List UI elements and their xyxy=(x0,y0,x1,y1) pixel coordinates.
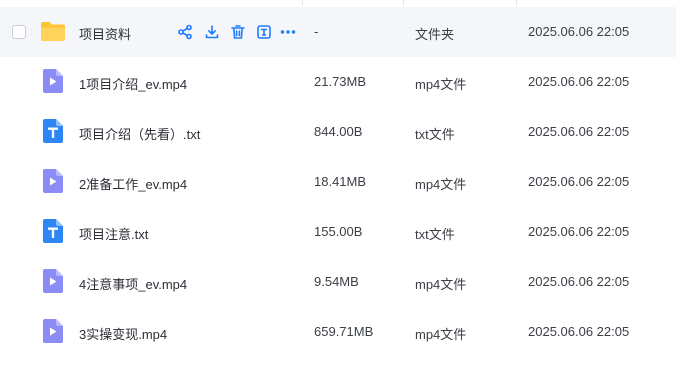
file-type: mp4文件 xyxy=(415,177,467,192)
file-name[interactable]: 1项目介绍_ev.mp4 xyxy=(79,74,187,93)
video-file-icon xyxy=(42,269,64,293)
folder-row[interactable]: 项目资料 - 文件夹 2025.06.06 22:05 xyxy=(0,7,676,57)
file-row[interactable]: 项目介绍（先看）.txt 844.00B txt文件 2025.06.06 22:05 xyxy=(0,107,676,157)
file-list: 项目资料 - 文件夹 2025.06.06 22:05 1项目介绍_ev.mp4 21.7… xyxy=(0,0,676,387)
video-file-icon xyxy=(42,69,64,93)
file-date: 2025.06.06 22:05 xyxy=(528,274,630,289)
video-file-icon xyxy=(42,169,64,193)
file-name[interactable]: 3实操变现.mp4 xyxy=(79,324,167,343)
file-name[interactable]: 项目注意.txt xyxy=(79,224,148,243)
file-type: mp4文件 xyxy=(415,77,467,92)
download-icon[interactable] xyxy=(203,23,221,41)
file-type: txt文件 xyxy=(415,127,455,142)
file-name[interactable]: 项目资料 xyxy=(79,24,131,43)
file-size: 659.71MB xyxy=(314,324,374,339)
file-name[interactable]: 2准备工作_ev.mp4 xyxy=(79,174,187,193)
file-type: mp4文件 xyxy=(415,327,467,342)
file-date: 2025.06.06 22:05 xyxy=(528,174,630,189)
file-row[interactable]: 1项目介绍_ev.mp4 21.73MB mp4文件 2025.06.06 22:05 xyxy=(0,57,676,107)
text-file-icon xyxy=(42,219,64,243)
column-divider xyxy=(302,0,303,6)
file-name[interactable]: 项目介绍（先看）.txt xyxy=(79,124,200,143)
delete-icon[interactable] xyxy=(229,23,247,41)
video-file-icon xyxy=(42,319,64,343)
file-size: 155.00B xyxy=(314,224,363,239)
more-icon[interactable] xyxy=(279,23,297,41)
file-date: 2025.06.06 22:05 xyxy=(528,124,630,139)
file-row[interactable]: 2准备工作_ev.mp4 18.41MB mp4文件 2025.06.06 22:05 xyxy=(0,157,676,207)
file-row[interactable]: 项目注意.txt 155.00B txt文件 2025.06.06 22:05 xyxy=(0,207,676,257)
file-name[interactable]: 4注意事项_ev.mp4 xyxy=(79,274,187,293)
row-checkbox[interactable] xyxy=(12,25,26,39)
file-row[interactable]: 4注意事项_ev.mp4 9.54MB mp4文件 2025.06.06 22:05 xyxy=(0,257,676,307)
folder-icon xyxy=(40,20,66,42)
file-size: 21.73MB xyxy=(314,74,367,89)
column-divider xyxy=(516,0,517,6)
file-size: 9.54MB xyxy=(314,274,359,289)
file-type: txt文件 xyxy=(415,227,455,242)
file-date: 2025.06.06 22:05 xyxy=(528,74,630,89)
file-size: 18.41MB xyxy=(314,174,367,189)
share-icon[interactable] xyxy=(176,23,194,41)
file-date: 2025.06.06 22:05 xyxy=(528,324,630,339)
file-date: 2025.06.06 22:05 xyxy=(528,24,630,39)
rename-icon[interactable] xyxy=(255,23,273,41)
file-size: 844.00B xyxy=(314,124,363,139)
file-row[interactable]: 3实操变现.mp4 659.71MB mp4文件 2025.06.06 22:05 xyxy=(0,307,676,357)
file-type: mp4文件 xyxy=(415,277,467,292)
file-date: 2025.06.06 22:05 xyxy=(528,224,630,239)
file-size: - xyxy=(314,24,319,39)
text-file-icon xyxy=(42,119,64,143)
file-type: 文件夹 xyxy=(415,27,455,42)
column-divider xyxy=(403,0,404,6)
